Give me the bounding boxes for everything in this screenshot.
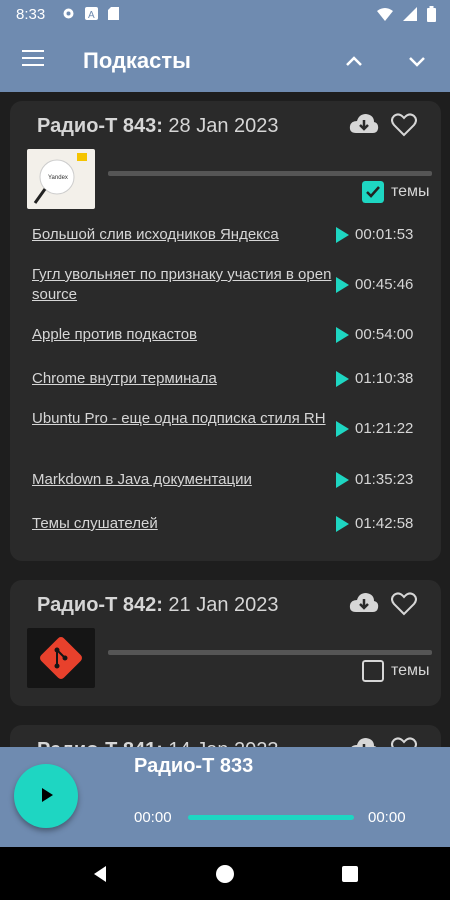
heart-icon[interactable] bbox=[391, 737, 417, 747]
play-topic-icon[interactable] bbox=[336, 421, 349, 437]
episode-progress-track bbox=[108, 171, 432, 176]
topic-time: 00:54:00 bbox=[355, 326, 414, 343]
wifi-icon bbox=[377, 7, 393, 21]
download-icon[interactable] bbox=[349, 592, 379, 616]
topic-time: 01:21:22 bbox=[355, 420, 414, 437]
download-icon[interactable] bbox=[349, 113, 379, 137]
chevron-up-icon[interactable] bbox=[341, 48, 367, 74]
menu-icon[interactable] bbox=[22, 50, 44, 66]
play-icon bbox=[42, 788, 53, 802]
episode-title: Радио-Т 842: 21 Jan 2023 bbox=[37, 594, 279, 616]
play-topic-icon[interactable] bbox=[336, 516, 349, 532]
app-bar: Подкасты bbox=[0, 30, 450, 92]
player-total-time: 00:00 bbox=[368, 809, 406, 826]
episode-title: Радио-Т 843: 28 Jan 2023 bbox=[37, 115, 279, 137]
heart-icon[interactable] bbox=[391, 113, 417, 137]
topic-link[interactable]: Темы слушателей bbox=[32, 514, 332, 534]
status-bar: 8:33 A bbox=[0, 0, 450, 30]
episode-card: Радио-Т 843: 28 Jan 2023 Yandex темы Бол… bbox=[10, 101, 441, 561]
episode-card: Радио-Т 841: 14 Jan 2023 bbox=[10, 725, 441, 747]
status-time: 8:33 bbox=[16, 6, 46, 23]
topic-link[interactable]: Markdown в Java документации bbox=[32, 470, 332, 490]
play-topic-icon[interactable] bbox=[336, 227, 349, 243]
episode-card: Радио-Т 842: 21 Jan 2023 темы bbox=[10, 580, 441, 706]
git-logo-icon bbox=[27, 628, 95, 688]
topic-time: 01:10:38 bbox=[355, 370, 414, 387]
play-button[interactable] bbox=[14, 764, 78, 828]
home-icon[interactable] bbox=[215, 864, 235, 884]
gear-icon bbox=[63, 8, 74, 19]
player-current-time: 00:00 bbox=[134, 809, 172, 826]
font-icon: A bbox=[85, 7, 98, 20]
svg-text:A: A bbox=[88, 10, 95, 20]
topic-link[interactable]: Ubuntu Pro - еще одна подписка стиля RH bbox=[32, 409, 332, 429]
episode-thumbnail: Yandex bbox=[27, 149, 95, 209]
play-topic-icon[interactable] bbox=[336, 327, 349, 343]
topic-link[interactable]: Гугл увольняет по признаку участия в ope… bbox=[32, 265, 332, 305]
play-topic-icon[interactable] bbox=[336, 371, 349, 387]
svg-text:Yandex: Yandex bbox=[48, 175, 68, 181]
player-title: Радио-Т 833 bbox=[134, 755, 254, 777]
episode-list[interactable]: Радио-Т 843: 28 Jan 2023 Yandex темы Бол… bbox=[0, 92, 450, 747]
topic-time: 01:42:58 bbox=[355, 515, 414, 532]
topic-link[interactable]: Chrome внутри терминала bbox=[32, 369, 332, 389]
topic-time: 00:45:46 bbox=[355, 276, 414, 293]
topics-checkbox[interactable] bbox=[362, 660, 384, 682]
back-icon[interactable] bbox=[90, 864, 110, 884]
download-icon[interactable] bbox=[349, 737, 379, 747]
heart-icon[interactable] bbox=[391, 592, 417, 616]
topic-link[interactable]: Большой слив исходников Яндекса bbox=[32, 225, 332, 245]
topic-time: 01:35:23 bbox=[355, 471, 414, 488]
player-progress-bar[interactable] bbox=[188, 815, 354, 820]
battery-icon bbox=[427, 6, 436, 22]
topics-label: темы bbox=[391, 662, 430, 679]
chevron-down-icon[interactable] bbox=[404, 48, 430, 74]
play-topic-icon[interactable] bbox=[336, 472, 349, 488]
episode-title: Радио-Т 841: 14 Jan 2023 bbox=[37, 739, 279, 747]
topic-time: 00:01:53 bbox=[355, 226, 414, 243]
signal-icon bbox=[403, 7, 417, 21]
recents-icon[interactable] bbox=[340, 864, 360, 884]
play-topic-icon[interactable] bbox=[336, 277, 349, 293]
episode-progress-track bbox=[108, 650, 432, 655]
page-title: Подкасты bbox=[83, 48, 191, 73]
topics-checkbox[interactable] bbox=[362, 181, 384, 203]
topics-label: темы bbox=[391, 183, 430, 200]
topic-link[interactable]: Apple против подкастов bbox=[32, 325, 332, 345]
system-nav-bar bbox=[0, 847, 450, 900]
sd-card-icon bbox=[108, 7, 119, 20]
